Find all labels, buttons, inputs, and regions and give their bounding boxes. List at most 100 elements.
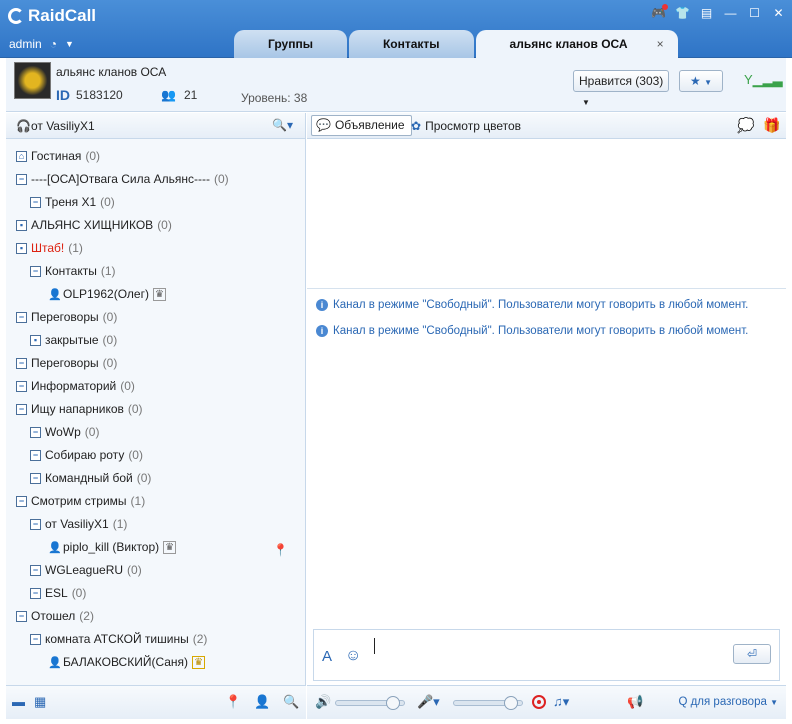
channel-node[interactable]: − Переговоры (0): [16, 353, 117, 373]
collapse-icon[interactable]: −: [16, 311, 27, 323]
chat-bubbles-icon[interactable]: 💭: [737, 117, 754, 134]
record-icon[interactable]: [532, 695, 546, 709]
node-label: ----[ОСА]Отвага Сила Альянс----: [31, 172, 211, 186]
volume-slider[interactable]: [335, 696, 405, 710]
channel-node[interactable]: − Командный бой (0): [30, 468, 151, 488]
collapse-icon[interactable]: −: [16, 403, 27, 415]
music-icon[interactable]: ♫▾: [553, 694, 569, 710]
headset-icon: 🎧: [16, 119, 31, 133]
lock-icon[interactable]: ▪: [30, 334, 41, 346]
channel-node[interactable]: − Отошел (2): [16, 606, 94, 626]
likes-dropdown[interactable]: Нравится (303) ▼: [573, 70, 669, 107]
user-status[interactable]: admin ◔ ▼: [9, 37, 74, 51]
user-icon[interactable]: 👤: [254, 694, 270, 710]
home-icon[interactable]: ⌂: [16, 150, 27, 162]
user-node[interactable]: 👤 БАЛАКОВСКИЙ(Саня) ♛: [48, 652, 206, 672]
font-icon[interactable]: A: [322, 648, 332, 665]
channel-node[interactable]: ▪ АЛЬЯНС ХИЩНИКОВ (0): [16, 215, 172, 235]
collapse-icon[interactable]: −: [16, 173, 27, 185]
user-icon: 👤: [48, 657, 62, 669]
announcement-button[interactable]: 💬 Объявление: [311, 115, 412, 136]
channel-node[interactable]: − WGLeagueRU (0): [30, 560, 142, 580]
gamepad-icon[interactable]: 🎮: [651, 4, 668, 21]
tab-channel[interactable]: альянс кланов ОСА ×: [475, 30, 678, 59]
channel-node[interactable]: − Ищу напарников (0): [16, 399, 143, 419]
node-count: (0): [102, 356, 118, 370]
message-input[interactable]: A ☺ ⏎: [313, 629, 780, 681]
node-count: (0): [102, 310, 118, 324]
minimize-button[interactable]: —: [723, 6, 738, 21]
node-count: (0): [85, 149, 101, 163]
emoji-icon[interactable]: ☺: [345, 647, 361, 665]
collapse-icon[interactable]: −: [16, 357, 27, 369]
channel-node[interactable]: ▪ закрытые (0): [30, 330, 117, 350]
megaphone-icon[interactable]: 📢: [627, 694, 643, 710]
channel-node[interactable]: − Контакты (1): [30, 261, 116, 281]
shirt-icon[interactable]: 👕: [675, 6, 690, 21]
node-count: (0): [120, 379, 135, 393]
collapse-icon[interactable]: ▬: [12, 694, 25, 709]
collapse-icon[interactable]: −: [30, 472, 41, 484]
channel-node[interactable]: − от VasiliyX1 (1): [30, 514, 127, 534]
collapse-icon[interactable]: −: [30, 426, 41, 438]
node-count: (1): [100, 264, 116, 278]
microphone-icon[interactable]: 🎤▾: [417, 694, 440, 710]
lock-icon[interactable]: ▪: [16, 242, 27, 254]
node-label: ESL: [45, 586, 68, 600]
search-icon[interactable]: 🔍: [283, 694, 299, 710]
node-count: (0): [214, 172, 229, 186]
close-tab-icon[interactable]: ×: [657, 30, 664, 59]
collapse-icon[interactable]: −: [30, 196, 41, 208]
collapse-icon[interactable]: −: [30, 518, 41, 530]
tab-groups[interactable]: Группы: [234, 30, 347, 58]
collapse-icon[interactable]: −: [30, 564, 41, 576]
collapse-icon[interactable]: −: [16, 495, 27, 507]
channel-node[interactable]: ▪ Штаб! (1): [16, 238, 83, 258]
speaker-icon[interactable]: 🔊: [315, 694, 331, 710]
user-node[interactable]: 👤 OLP1962(Олег) ♛: [48, 284, 166, 304]
channel-node[interactable]: − комната АТСКОЙ тишины (2): [30, 629, 207, 649]
channel-node[interactable]: − Переговоры (0): [16, 307, 117, 327]
announcement-icon: 💬: [316, 118, 331, 132]
location-pin-icon[interactable]: 📍: [225, 694, 241, 710]
send-button[interactable]: ⏎: [733, 644, 771, 664]
notes-icon[interactable]: ▤: [699, 6, 714, 21]
collapse-icon[interactable]: −: [30, 449, 41, 461]
speak-mode-dropdown[interactable]: Q для разговора ▼: [678, 696, 778, 708]
lock-icon[interactable]: ▪: [16, 219, 27, 231]
chevron-down-icon[interactable]: ▼: [65, 39, 74, 49]
mic-slider[interactable]: [453, 696, 523, 710]
favorite-button[interactable]: ★ ▼: [679, 70, 723, 92]
channel-node[interactable]: − ESL (0): [30, 583, 86, 603]
collapse-icon[interactable]: −: [30, 633, 41, 645]
location-pin-icon[interactable]: 📍: [273, 543, 288, 557]
channel-node[interactable]: − Собираю роту (0): [30, 445, 143, 465]
tab-contacts[interactable]: Контакты: [348, 30, 474, 58]
user-node[interactable]: 👤 piplo_kill (Виктор) ♛: [48, 537, 177, 557]
channel-node[interactable]: − WoWp (0): [30, 422, 99, 442]
mic-knob[interactable]: [504, 696, 519, 710]
status-clock-icon[interactable]: ◔: [50, 37, 57, 51]
view-flowers-button[interactable]: ✿ Просмотр цветов: [411, 119, 521, 133]
search-users-icon[interactable]: 🔍▾: [272, 118, 293, 132]
channel-node[interactable]: ⌂ Гостиная (0): [16, 146, 100, 166]
channel-node[interactable]: − Информаторий (0): [16, 376, 135, 396]
channel-node[interactable]: − Смотрим стримы (1): [16, 491, 145, 511]
card-icon[interactable]: ▦: [34, 694, 46, 710]
node-count: (0): [127, 563, 142, 577]
close-button[interactable]: ✕: [771, 6, 786, 21]
volume-knob[interactable]: [386, 696, 401, 710]
collapse-icon[interactable]: −: [30, 265, 41, 277]
node-count: (2): [79, 609, 94, 623]
node-count: (0): [128, 448, 143, 462]
node-label: WGLeagueRU: [45, 563, 124, 577]
collapse-icon[interactable]: −: [30, 587, 41, 599]
collapse-icon[interactable]: −: [16, 610, 27, 622]
node-label: Информаторий: [31, 379, 117, 393]
node-count: (2): [192, 632, 208, 646]
maximize-button[interactable]: ☐: [747, 6, 762, 21]
collapse-icon[interactable]: −: [16, 380, 27, 392]
channel-node[interactable]: − Треня Х1 (0): [30, 192, 115, 212]
channel-node[interactable]: − ----[ОСА]Отвага Сила Альянс---- (0): [16, 169, 229, 189]
gift-icon[interactable]: 🎁: [763, 117, 780, 134]
